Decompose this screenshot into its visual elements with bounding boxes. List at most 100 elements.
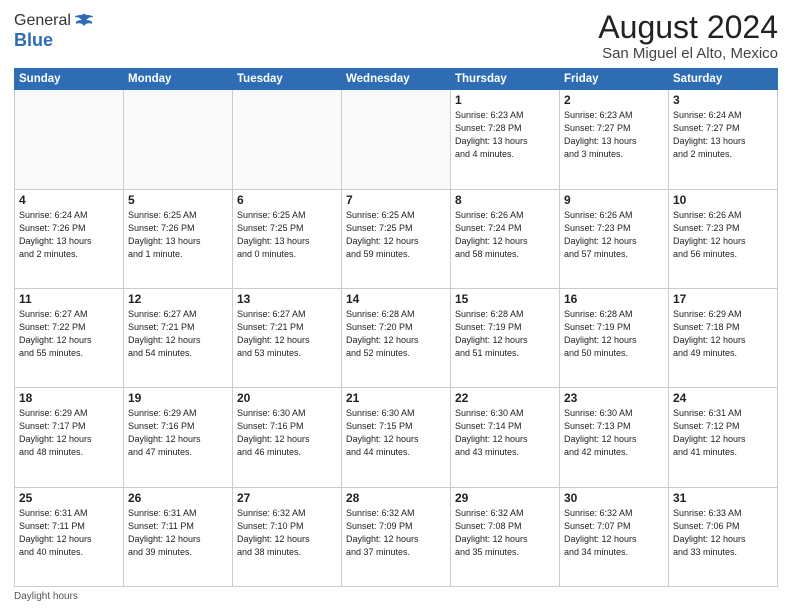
day-info: Sunrise: 6:25 AM Sunset: 7:26 PM Dayligh… [128,209,228,261]
calendar-cell: 19Sunrise: 6:29 AM Sunset: 7:16 PM Dayli… [124,388,233,487]
day-number: 11 [19,292,119,306]
day-number: 20 [237,391,337,405]
calendar-cell: 16 Sunrise: 6:28 AM Sunset: 7:19 PM Dayli… [560,288,669,387]
calendar-cell: 2 Sunrise: 6:23 AM Sunset: 7:27 PM Daylig… [560,90,669,189]
day-number: 10 [673,193,773,207]
logo-blue-text: Blue [14,30,53,51]
day-number: 21 [346,391,446,405]
title-block: August 2024 San Miguel el Alto, Mexico [598,10,778,62]
calendar-header-thursday: Thursday [451,69,560,90]
header: General Blue August 2024 San Miguel el A… [14,10,778,62]
calendar-cell: 4 Sunrise: 6:24 AM Sunset: 7:26 PM Daylig… [15,189,124,288]
day-info: Sunrise: 6:30 AM Sunset: 7:13 PM Dayligh… [564,407,664,459]
calendar-week-1: 1Sunrise: 6:23 AM Sunset: 7:28 PM Daylig… [15,90,778,189]
day-info: Sunrise: 6:31 AM Sunset: 7:11 PM Dayligh… [128,507,228,559]
day-info: Sunrise: 6:27 AM Sunset: 7:21 PM Dayligh… [237,308,337,360]
day-number: 14 [346,292,446,306]
month-title: August 2024 [598,10,778,45]
day-info: Sunrise: 6:30 AM Sunset: 7:16 PM Dayligh… [237,407,337,459]
day-number: 26 [128,491,228,505]
footer: Daylight hours [14,591,778,602]
calendar-cell: 15Sunrise: 6:28 AM Sunset: 7:19 PM Dayli… [451,288,560,387]
day-info: Sunrise: 6:29 AM Sunset: 7:18 PM Dayligh… [673,308,773,360]
day-number: 19 [128,391,228,405]
daylight-label: Daylight hours [14,591,78,602]
calendar-header-sunday: Sunday [15,69,124,90]
day-number: 12 [128,292,228,306]
day-info: Sunrise: 6:29 AM Sunset: 7:17 PM Dayligh… [19,407,119,459]
day-number: 8 [455,193,555,207]
calendar-cell: 10 Sunrise: 6:26 AM Sunset: 7:23 PM Dayli… [669,189,778,288]
calendar-cell [342,90,451,189]
calendar-header-saturday: Saturday [669,69,778,90]
calendar-week-5: 25Sunrise: 6:31 AM Sunset: 7:11 PM Dayli… [15,487,778,586]
calendar-cell: 6 Sunrise: 6:25 AM Sunset: 7:25 PM Daylig… [233,189,342,288]
day-info: Sunrise: 6:33 AM Sunset: 7:06 PM Dayligh… [673,507,773,559]
day-number: 3 [673,93,773,107]
day-number: 16 [564,292,664,306]
day-number: 4 [19,193,119,207]
day-number: 18 [19,391,119,405]
day-info: Sunrise: 6:26 AM Sunset: 7:23 PM Dayligh… [673,209,773,261]
day-number: 9 [564,193,664,207]
day-info: Sunrise: 6:24 AM Sunset: 7:26 PM Dayligh… [19,209,119,261]
day-info: Sunrise: 6:27 AM Sunset: 7:22 PM Dayligh… [19,308,119,360]
calendar-cell: 26 Sunrise: 6:31 AM Sunset: 7:11 PM Dayli… [124,487,233,586]
calendar-cell: 11 Sunrise: 6:27 AM Sunset: 7:22 PM Dayli… [15,288,124,387]
calendar-cell: 22Sunrise: 6:30 AM Sunset: 7:14 PM Dayli… [451,388,560,487]
day-number: 13 [237,292,337,306]
calendar-week-3: 11 Sunrise: 6:27 AM Sunset: 7:22 PM Dayli… [15,288,778,387]
day-info: Sunrise: 6:24 AM Sunset: 7:27 PM Dayligh… [673,109,773,161]
calendar-cell: 29 Sunrise: 6:32 AM Sunset: 7:08 PM Dayli… [451,487,560,586]
day-number: 31 [673,491,773,505]
logo: General Blue [14,10,95,51]
day-number: 23 [564,391,664,405]
calendar-cell: 27 Sunrise: 6:32 AM Sunset: 7:10 PM Dayli… [233,487,342,586]
calendar-cell [233,90,342,189]
day-info: Sunrise: 6:26 AM Sunset: 7:24 PM Dayligh… [455,209,555,261]
day-number: 24 [673,391,773,405]
page: General Blue August 2024 San Miguel el A… [0,0,792,612]
calendar-table: SundayMondayTuesdayWednesdayThursdayFrid… [14,68,778,587]
logo-general-text: General [14,12,71,30]
calendar-cell: 18 Sunrise: 6:29 AM Sunset: 7:17 PM Dayli… [15,388,124,487]
calendar-cell: 24 Sunrise: 6:31 AM Sunset: 7:12 PM Dayli… [669,388,778,487]
calendar-cell: 20 Sunrise: 6:30 AM Sunset: 7:16 PM Dayli… [233,388,342,487]
day-info: Sunrise: 6:23 AM Sunset: 7:27 PM Dayligh… [564,109,664,161]
calendar-cell: 13 Sunrise: 6:27 AM Sunset: 7:21 PM Dayli… [233,288,342,387]
day-info: Sunrise: 6:31 AM Sunset: 7:11 PM Dayligh… [19,507,119,559]
day-info: Sunrise: 6:23 AM Sunset: 7:28 PM Dayligh… [455,109,555,161]
calendar-cell [124,90,233,189]
calendar-cell: 14Sunrise: 6:28 AM Sunset: 7:20 PM Dayli… [342,288,451,387]
calendar-week-4: 18 Sunrise: 6:29 AM Sunset: 7:17 PM Dayli… [15,388,778,487]
day-number: 29 [455,491,555,505]
calendar-cell: 9 Sunrise: 6:26 AM Sunset: 7:23 PM Daylig… [560,189,669,288]
calendar-week-2: 4 Sunrise: 6:24 AM Sunset: 7:26 PM Daylig… [15,189,778,288]
day-number: 27 [237,491,337,505]
day-number: 7 [346,193,446,207]
day-info: Sunrise: 6:28 AM Sunset: 7:19 PM Dayligh… [564,308,664,360]
calendar-header-monday: Monday [124,69,233,90]
calendar-header-row: SundayMondayTuesdayWednesdayThursdayFrid… [15,69,778,90]
day-number: 5 [128,193,228,207]
location: San Miguel el Alto, Mexico [598,45,778,62]
calendar-cell: 31 Sunrise: 6:33 AM Sunset: 7:06 PM Dayli… [669,487,778,586]
day-number: 17 [673,292,773,306]
calendar-cell: 1Sunrise: 6:23 AM Sunset: 7:28 PM Daylig… [451,90,560,189]
calendar-cell: 25Sunrise: 6:31 AM Sunset: 7:11 PM Dayli… [15,487,124,586]
day-number: 30 [564,491,664,505]
day-info: Sunrise: 6:25 AM Sunset: 7:25 PM Dayligh… [237,209,337,261]
day-info: Sunrise: 6:31 AM Sunset: 7:12 PM Dayligh… [673,407,773,459]
calendar-cell: 7Sunrise: 6:25 AM Sunset: 7:25 PM Daylig… [342,189,451,288]
day-number: 22 [455,391,555,405]
calendar-cell: 3 Sunrise: 6:24 AM Sunset: 7:27 PM Daylig… [669,90,778,189]
day-info: Sunrise: 6:32 AM Sunset: 7:08 PM Dayligh… [455,507,555,559]
calendar-cell: 12Sunrise: 6:27 AM Sunset: 7:21 PM Dayli… [124,288,233,387]
day-number: 6 [237,193,337,207]
day-info: Sunrise: 6:32 AM Sunset: 7:09 PM Dayligh… [346,507,446,559]
day-number: 2 [564,93,664,107]
day-info: Sunrise: 6:26 AM Sunset: 7:23 PM Dayligh… [564,209,664,261]
calendar-header-wednesday: Wednesday [342,69,451,90]
logo-bird-icon [73,10,95,32]
day-info: Sunrise: 6:32 AM Sunset: 7:10 PM Dayligh… [237,507,337,559]
